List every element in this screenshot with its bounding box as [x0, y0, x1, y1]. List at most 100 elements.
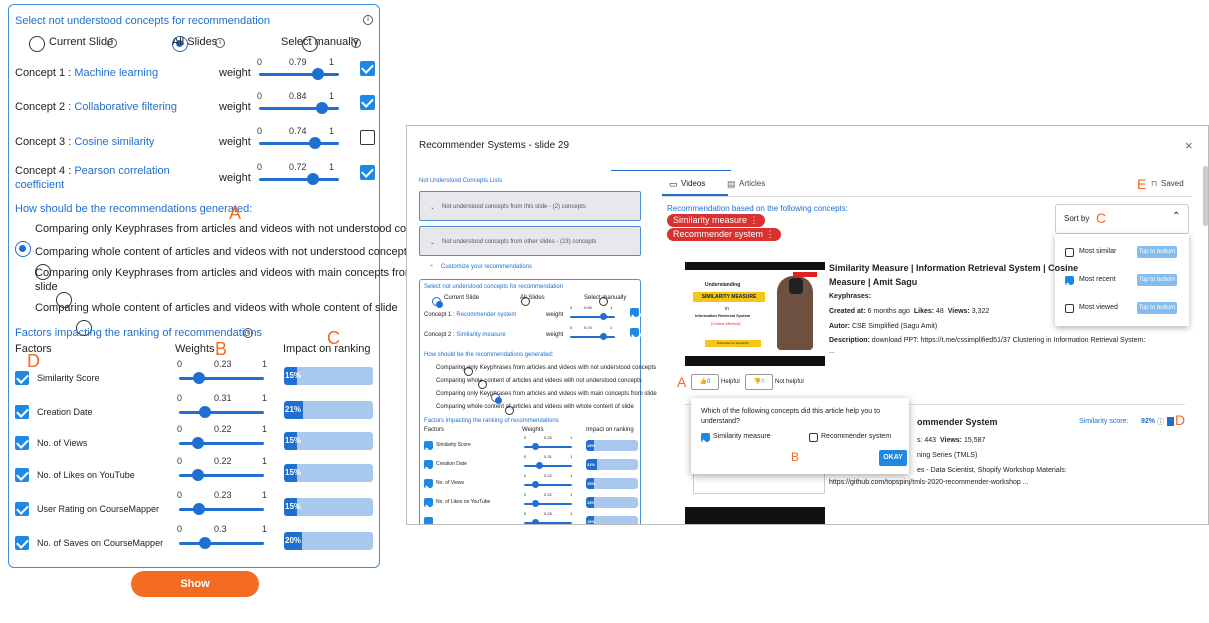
weight-slider[interactable]: [524, 465, 572, 467]
slider-thumb[interactable]: [600, 313, 607, 320]
concept-name[interactable]: Pearson correlation: [74, 165, 169, 177]
tab-articles[interactable]: Articles: [739, 179, 765, 188]
weight-slider[interactable]: [259, 73, 339, 76]
info-icon[interactable]: i: [351, 38, 361, 48]
slider-thumb[interactable]: [198, 537, 211, 549]
concepts-panel-other-slides[interactable]: ⌄ Not understood concepts from other sli…: [419, 226, 641, 256]
weight-slider[interactable]: [179, 411, 264, 414]
concept-checkbox[interactable]: [360, 61, 375, 76]
slider-thumb[interactable]: [531, 481, 539, 488]
slider-thumb[interactable]: [192, 503, 205, 515]
sort-checkbox[interactable]: [1065, 304, 1074, 313]
video3-thumbnail[interactable]: [685, 507, 825, 524]
slider-thumb[interactable]: [531, 500, 539, 507]
radio-current-slide[interactable]: [29, 35, 45, 52]
sort-option[interactable]: Most recent: [1079, 276, 1116, 283]
sort-dropdown[interactable]: Sort by C ⌃: [1055, 204, 1189, 234]
factor-checkbox[interactable]: [424, 479, 433, 488]
weight-slider[interactable]: [179, 508, 264, 511]
slider-thumb[interactable]: [309, 137, 321, 149]
factor-checkbox[interactable]: [15, 371, 29, 385]
like-button[interactable]: 👍0: [691, 374, 719, 390]
slider-max: 1: [570, 454, 573, 459]
concept-checkbox[interactable]: [360, 95, 375, 110]
description-link[interactable]: https://github.com/topspinj/tmls-2020-re…: [829, 479, 1029, 486]
popup-checkbox[interactable]: [701, 433, 710, 442]
concept-name[interactable]: Cosine similarity: [74, 136, 154, 148]
how-radio[interactable]: [15, 240, 31, 257]
factor-checkbox[interactable]: [424, 517, 433, 524]
slider-thumb[interactable]: [532, 519, 540, 524]
concepts-panel-this-slide[interactable]: ⌄ Not understood concepts from this slid…: [419, 191, 641, 221]
concept-chip[interactable]: Similarity measure ⋮: [667, 214, 765, 227]
slider-thumb[interactable]: [307, 173, 319, 185]
weight-slider[interactable]: [570, 316, 615, 318]
concept-checkbox[interactable]: [360, 165, 375, 180]
slider-thumb[interactable]: [192, 372, 205, 384]
customize-link[interactable]: Customize your recommendations: [441, 264, 532, 270]
sort-checkbox[interactable]: [1065, 276, 1074, 285]
okay-button[interactable]: OKAY: [879, 450, 907, 466]
show-recommendations-button[interactable]: Show Recommendations: [131, 571, 259, 616]
factor-checkbox[interactable]: [424, 498, 433, 507]
close-icon[interactable]: ×: [1185, 138, 1193, 153]
keyphrases-label: Keyphrases:: [829, 293, 872, 300]
scrollbar[interactable]: [1203, 166, 1208, 226]
slider-thumb[interactable]: [535, 462, 543, 469]
factor-checkbox[interactable]: [424, 441, 433, 450]
bookmark-filled-icon[interactable]: [1167, 417, 1174, 426]
factor-checkbox[interactable]: [424, 460, 433, 469]
video-thumbnail[interactable]: Understanding SIMILARITY MEASURE in Info…: [685, 262, 825, 366]
factor-checkbox[interactable]: [15, 468, 29, 482]
impact-value: 15%: [586, 440, 595, 451]
slider-thumb[interactable]: [191, 437, 204, 449]
concept-chip[interactable]: Recommender system ⋮: [667, 228, 781, 241]
order-button[interactable]: Top to bottom: [1137, 246, 1177, 258]
info-icon[interactable]: i: [363, 15, 373, 25]
weight-slider[interactable]: [179, 542, 264, 545]
video2-title[interactable]: ommender System: [917, 417, 998, 427]
concept-checkbox[interactable]: [630, 308, 639, 317]
weight-slider[interactable]: [259, 178, 339, 181]
factor-checkbox[interactable]: [15, 436, 29, 450]
chevron-up-icon[interactable]: ⌃: [429, 264, 434, 271]
slider-thumb[interactable]: [316, 102, 328, 114]
sort-option[interactable]: Most similar: [1079, 248, 1116, 255]
slider-thumb[interactable]: [600, 333, 607, 340]
concept-name[interactable]: Machine learning: [74, 67, 158, 79]
video-title-cont[interactable]: Measure | Amit Sagu: [829, 277, 917, 287]
concept-name[interactable]: Collaborative filtering: [74, 101, 177, 113]
concept-name[interactable]: Recommender system: [456, 312, 516, 318]
factor-checkbox[interactable]: [15, 502, 29, 516]
concept-checkbox[interactable]: [630, 328, 639, 337]
concept-checkbox[interactable]: [360, 130, 375, 145]
weight-slider[interactable]: [259, 142, 339, 145]
order-button[interactable]: Top to bottom: [1137, 302, 1177, 314]
info-icon[interactable]: i: [215, 38, 225, 48]
popup-checkbox[interactable]: [809, 433, 818, 442]
dislike-button[interactable]: 👎0: [745, 374, 773, 390]
bookmark-icon[interactable]: ⊓: [1151, 179, 1157, 188]
saved-link[interactable]: Saved: [1161, 179, 1184, 188]
slider-thumb[interactable]: [199, 406, 212, 418]
concept-prefix: Concept 2 :: [15, 101, 75, 113]
factor-checkbox[interactable]: [15, 536, 29, 550]
impact-bar: 20%: [284, 532, 373, 550]
info-icon[interactable]: ⓘ: [1157, 417, 1164, 427]
slider-thumb[interactable]: [191, 469, 204, 481]
order-button[interactable]: Top to bottom: [1137, 274, 1177, 286]
concept-name-cont[interactable]: coefficient: [15, 179, 64, 191]
concept-name[interactable]: Similarity measure: [456, 332, 505, 338]
info-icon[interactable]: i: [107, 38, 117, 48]
slider-thumb[interactable]: [312, 68, 324, 80]
info-icon[interactable]: i: [243, 328, 253, 338]
tab-videos[interactable]: Videos: [681, 179, 705, 188]
weight-slider[interactable]: [570, 336, 615, 338]
video-title[interactable]: Similarity Measure | Information Retriev…: [829, 263, 1078, 273]
sort-checkbox[interactable]: [1065, 248, 1074, 257]
sort-option[interactable]: Most viewed: [1079, 304, 1118, 311]
radio-current-slide[interactable]: [432, 297, 443, 309]
slider-thumb[interactable]: [532, 443, 540, 450]
weight-slider[interactable]: [179, 377, 264, 380]
factor-checkbox[interactable]: [15, 405, 29, 419]
